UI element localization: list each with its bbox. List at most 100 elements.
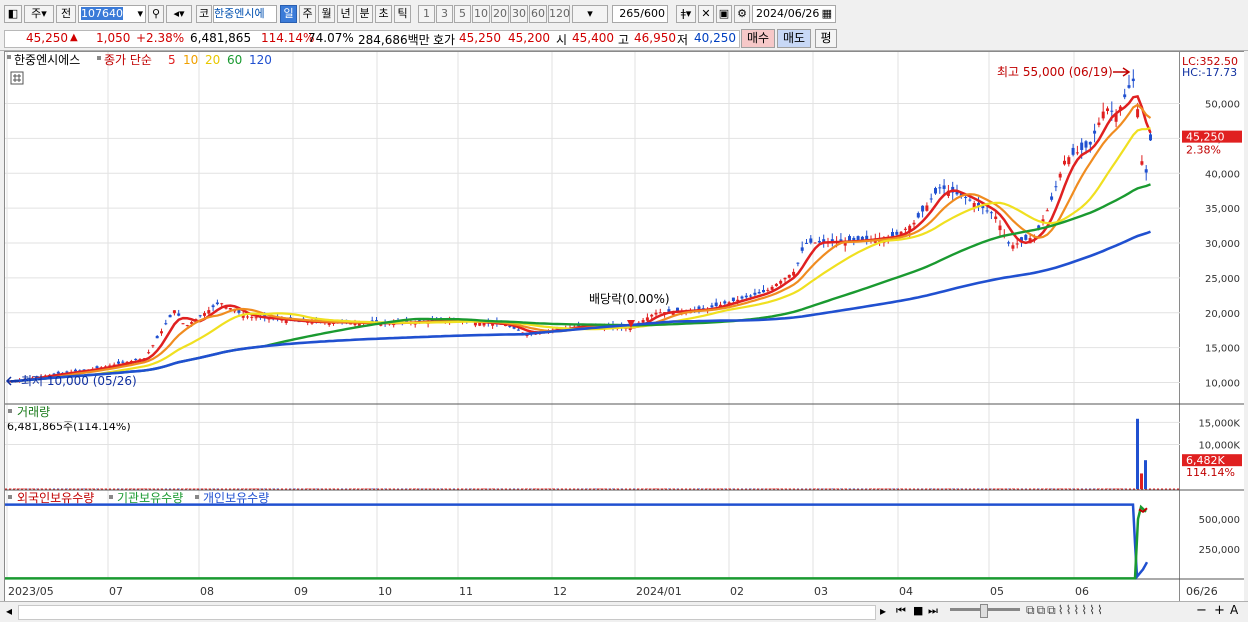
last-page-icon[interactable]: ⏭ bbox=[928, 604, 938, 618]
search-icon[interactable]: ⚲ bbox=[148, 5, 164, 23]
period-tab-6[interactable]: 틱 bbox=[394, 5, 411, 23]
price-legend: 한중엔시에스종가 단순5102060120 bbox=[7, 53, 272, 67]
price-tick-label: 30,000 bbox=[1205, 239, 1240, 250]
interval-tab-5[interactable]: 5 bbox=[454, 5, 471, 23]
drawing-tool-icon[interactable]: ✕ bbox=[698, 5, 714, 23]
candle-body bbox=[1007, 242, 1010, 243]
interval-tab-10[interactable]: 10 bbox=[472, 5, 490, 23]
scale-svg: 50,00045,00040,00035,00030,00025,00020,0… bbox=[1180, 52, 1244, 603]
scroll-left-icon[interactable]: ◂ bbox=[6, 604, 12, 618]
interval-dropdown[interactable]: ▾ bbox=[572, 5, 608, 23]
zoom-out-icon[interactable]: − bbox=[1196, 603, 1207, 618]
candle-body bbox=[1016, 243, 1019, 244]
candle-body bbox=[177, 313, 180, 315]
candle-body bbox=[865, 236, 868, 240]
candle-body bbox=[814, 243, 817, 244]
scrollbar-track[interactable] bbox=[18, 605, 876, 620]
candle-body bbox=[121, 362, 124, 363]
candle-body bbox=[156, 336, 159, 338]
count-value: 265 bbox=[619, 7, 640, 20]
candle-body bbox=[1054, 186, 1057, 187]
data-count-field[interactable]: 265/600 bbox=[612, 5, 668, 23]
view-tools-icon[interactable]: ⧉⧉⧉⌇⌇⌇⌇⌇⌇ bbox=[1026, 603, 1105, 618]
candle-body bbox=[1024, 235, 1027, 240]
candles-group bbox=[10, 69, 1153, 382]
x-axis-label: 02 bbox=[730, 585, 744, 598]
volume-bullet bbox=[8, 409, 12, 413]
holding-bullet3 bbox=[195, 495, 199, 499]
x-axis-end-label: 06/26 bbox=[1186, 585, 1218, 598]
x-axis-label: 08 bbox=[200, 585, 214, 598]
period-tab-4[interactable]: 분 bbox=[356, 5, 373, 23]
candle-body bbox=[1123, 94, 1126, 97]
buy-button[interactable]: 매수 bbox=[741, 29, 775, 48]
chart-menu-icon[interactable]: ◧ bbox=[4, 5, 22, 23]
interval-tab-120[interactable]: 120 bbox=[548, 5, 570, 23]
candle-body bbox=[1046, 210, 1049, 211]
calendar-icon[interactable]: ▦ bbox=[822, 6, 832, 22]
date-input[interactable]: 2024/06/26▦ bbox=[752, 5, 836, 23]
interval-tab-3[interactable]: 3 bbox=[436, 5, 453, 23]
candle-body bbox=[1089, 142, 1092, 145]
speaker-icon[interactable]: ◂▾ bbox=[166, 5, 192, 23]
interval-tab-20[interactable]: 20 bbox=[491, 5, 509, 23]
period-tab-0[interactable]: 일 bbox=[280, 5, 297, 23]
candle-body bbox=[186, 325, 189, 326]
first-page-icon[interactable]: ⏮ bbox=[896, 604, 906, 618]
holding-series2-label: 기관보유수량 bbox=[117, 491, 183, 505]
candle-body bbox=[203, 313, 206, 316]
candle-body bbox=[809, 238, 812, 242]
holding-series3-label: 개인보유수량 bbox=[203, 491, 269, 505]
zoom-in-icon[interactable]: + bbox=[1214, 603, 1225, 618]
candle-body bbox=[255, 317, 258, 318]
period-tab-3[interactable]: 년 bbox=[337, 5, 354, 23]
candle-body bbox=[818, 241, 821, 242]
zoom-slider-handle[interactable] bbox=[980, 604, 988, 618]
price-scale[interactable]: 50,00045,00040,00035,00030,00025,00020,0… bbox=[1180, 51, 1244, 603]
quote-volume: 6,481,865 bbox=[190, 31, 251, 45]
candle-body bbox=[904, 229, 907, 230]
scroll-right-icon[interactable]: ▸ bbox=[880, 604, 886, 618]
settings-gear-icon[interactable]: ⚙ bbox=[734, 5, 750, 23]
stock-name-field[interactable]: 한중엔시에 bbox=[213, 5, 277, 23]
holding-tick-label: 250,000 bbox=[1199, 545, 1240, 556]
interval-tab-1[interactable]: 1 bbox=[418, 5, 435, 23]
auto-scale-icon[interactable]: A bbox=[1230, 603, 1238, 617]
candle-body bbox=[1140, 161, 1143, 165]
chart-area[interactable]: 2023/050708091011122024/010203040506한중엔시… bbox=[4, 51, 1180, 602]
stock-code-input[interactable]: 107640▾ bbox=[78, 5, 146, 23]
x-axis-label: 12 bbox=[553, 585, 567, 598]
candle-body bbox=[749, 296, 752, 297]
candle-body bbox=[1106, 108, 1109, 111]
stop-icon[interactable]: ■ bbox=[913, 604, 923, 617]
interval-tab-30[interactable]: 30 bbox=[510, 5, 528, 23]
chart-svg: 2023/050708091011122024/010203040506한중엔시… bbox=[5, 52, 1181, 603]
dividend-label: 배당락(0.00%) bbox=[589, 292, 670, 306]
period-tab-1[interactable]: 주 bbox=[299, 5, 316, 23]
candle-body bbox=[117, 362, 120, 364]
candle-body bbox=[753, 293, 756, 295]
candle-body bbox=[1011, 245, 1014, 248]
candle-body bbox=[655, 313, 658, 315]
current-pct-label: 2.38% bbox=[1186, 144, 1221, 157]
period-tab-2[interactable]: 월 bbox=[318, 5, 335, 23]
save-icon[interactable]: ▣ bbox=[716, 5, 732, 23]
quote-volume-pct: 114.14% bbox=[261, 31, 314, 45]
candle-body bbox=[917, 213, 920, 217]
current-volume-pct: 114.14% bbox=[1186, 466, 1235, 479]
candle-body bbox=[745, 296, 748, 298]
code-button[interactable]: 코 bbox=[196, 5, 212, 23]
volume-title: 거래량 bbox=[17, 405, 50, 419]
candle-body bbox=[1097, 123, 1100, 125]
interval-tab-60[interactable]: 60 bbox=[529, 5, 547, 23]
candle-body bbox=[1102, 112, 1105, 119]
candle-body bbox=[895, 232, 898, 235]
period-tab-5[interactable]: 초 bbox=[375, 5, 392, 23]
prev-button[interactable]: 전 bbox=[56, 5, 76, 23]
candle-body bbox=[216, 302, 219, 304]
evaluate-button[interactable]: 평 bbox=[815, 29, 837, 48]
period-dropdown[interactable]: 주▾ bbox=[24, 5, 54, 23]
sell-button[interactable]: 매도 bbox=[777, 29, 811, 48]
candle-type-icon[interactable]: ǂ▾ bbox=[676, 5, 696, 23]
candle-body bbox=[741, 297, 744, 299]
